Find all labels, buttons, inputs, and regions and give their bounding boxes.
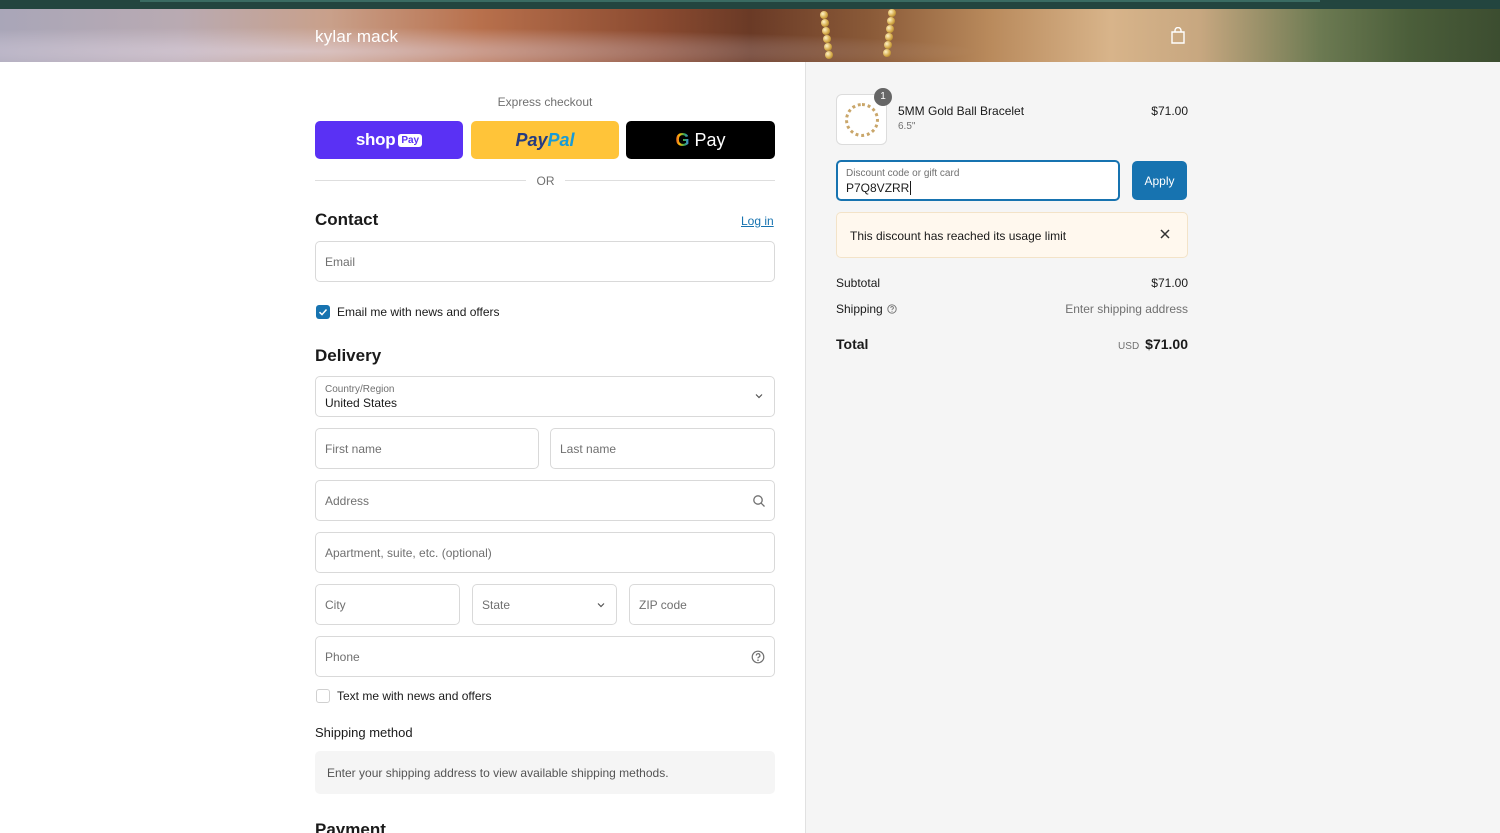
city-placeholder: City [325,598,346,612]
discount-error-alert: This discount has reached its usage limi… [836,212,1188,258]
express-checkout-label: Express checkout [497,95,593,109]
chevron-down-icon [755,394,763,399]
zip-code-field[interactable]: ZIP code [629,584,775,625]
city-field[interactable]: City [315,584,460,625]
subtotal-label: Subtotal [836,276,881,290]
close-icon[interactable] [1159,228,1171,240]
shop-pay-button[interactable]: shop Pay [315,121,463,159]
phone-placeholder: Phone [325,650,360,664]
top-bar [0,0,1500,9]
help-circle-icon[interactable] [887,304,897,314]
shipping-method-heading: Shipping method [315,725,413,740]
header-glow [0,9,1500,62]
total-label: Total [836,336,869,352]
or-divider-text: OR [536,174,555,188]
text-news-checkbox[interactable] [316,689,330,703]
email-field[interactable]: Email [315,241,775,282]
shipping-value: Enter shipping address [1065,302,1188,316]
divider-left [315,180,526,181]
zip-placeholder: ZIP code [639,598,687,612]
total-amount: USD $71.00 [1000,336,1188,354]
checkmark-icon [318,309,328,316]
paypal-button[interactable]: PayPal [471,121,619,159]
shop-pay-word: shop [355,130,396,149]
product-name: 5MM Gold Ball Bracelet [898,104,1025,118]
payment-heading: Payment [315,820,386,833]
chevron-down-icon [597,603,605,608]
header-banner: kylar mack [0,9,1500,62]
shop-pay-badge: Pay [398,133,423,147]
quantity-badge: 1 [874,88,892,106]
bracelet-image [845,103,879,137]
country-label: Country/Region [325,384,395,395]
total-currency: USD [1118,341,1140,352]
divider-right [565,180,775,181]
first-name-placeholder: First name [325,442,382,456]
discount-code-input[interactable]: Discount code or gift card P7Q8VZRR [836,160,1120,201]
apartment-field[interactable]: Apartment, suite, etc. (optional) [315,532,775,573]
subtotal-value: $71.00 [1151,276,1188,290]
country-select[interactable]: Country/Region United States [315,376,775,417]
text-news-label: Text me with news and offers [337,689,492,703]
email-placeholder: Email [325,255,356,269]
first-name-field[interactable]: First name [315,428,539,469]
address-placeholder: Address [325,494,370,508]
shipping-method-info: Enter your shipping address to view avai… [327,766,669,780]
phone-field[interactable]: Phone [315,636,775,677]
google-pay-button[interactable]: G Pay [626,121,775,159]
discount-label: Discount code or gift card [846,168,960,179]
apply-discount-button[interactable]: Apply [1132,161,1187,200]
product-price: $71.00 [1151,104,1188,118]
google-pay-logo: G Pay [675,129,726,150]
last-name-placeholder: Last name [560,442,617,456]
total-value: $71.00 [1145,336,1188,352]
delivery-heading: Delivery [315,346,382,365]
last-name-field[interactable]: Last name [550,428,775,469]
shipping-method-info-box: Enter your shipping address to view avai… [315,751,775,794]
store-brand-link[interactable]: kylar mack [315,27,398,47]
bracelet-image-right [882,9,896,62]
contact-heading: Contact [315,210,379,229]
paypal-logo: PayPal [515,129,575,150]
discount-error-message: This discount has reached its usage limi… [850,229,1067,243]
discount-value: P7Q8VZRR [846,181,912,195]
shipping-label-row: Shipping [836,302,897,316]
top-bar-accent [140,0,1320,2]
state-select[interactable]: State [472,584,617,625]
log-in-link[interactable]: Log in [741,214,774,228]
bracelet-image-left [820,9,833,62]
country-value: United States [325,396,398,410]
state-placeholder: State [482,598,511,612]
email-news-label: Email me with news and offers [337,305,500,319]
apartment-placeholder: Apartment, suite, etc. (optional) [325,546,492,560]
shipping-label: Shipping [836,302,883,316]
product-variant: 6.5" [898,121,916,132]
email-news-checkbox[interactable] [316,305,330,319]
shopping-bag-icon[interactable] [1170,27,1186,45]
help-circle-icon[interactable] [751,650,765,664]
address-field[interactable]: Address [315,480,775,521]
search-icon [753,495,765,507]
